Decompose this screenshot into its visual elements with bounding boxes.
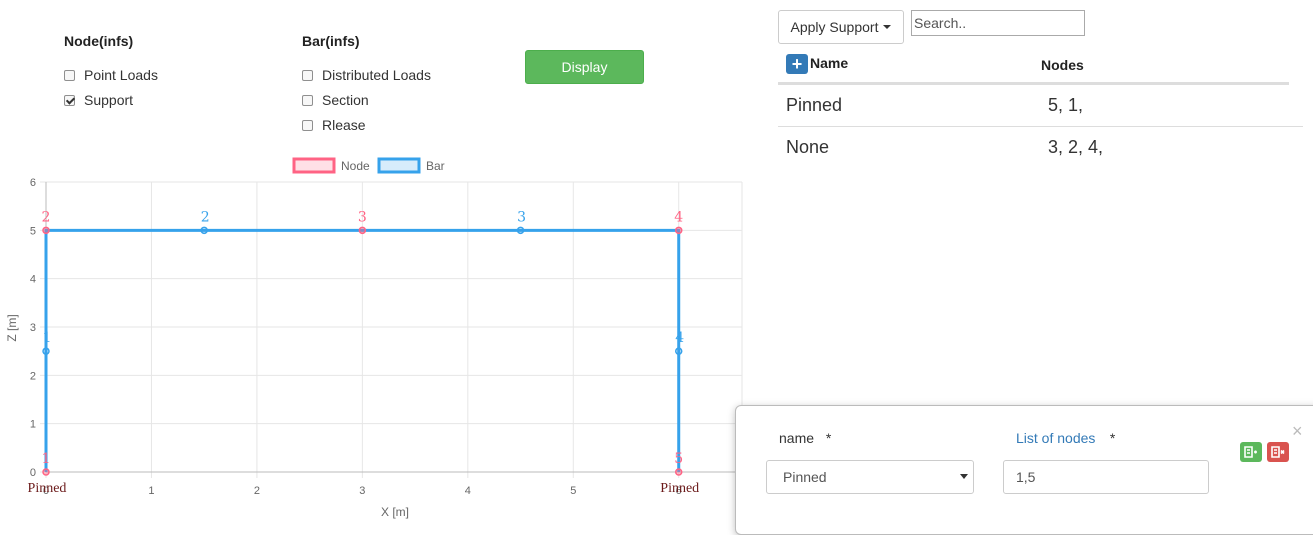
chart-grid [40,181,743,478]
node-point[interactable] [358,226,367,235]
plus-icon[interactable]: + [786,54,808,74]
close-icon[interactable]: × [1292,422,1303,440]
y-tick-label: 5 [30,225,36,237]
bar-number-label: 3 [517,209,526,225]
x-tick-label: 1 [148,485,154,497]
bar-midpoint[interactable] [516,226,525,235]
name-select[interactable]: Pinned [766,460,974,494]
node-number-label: 2 [42,209,51,225]
name-column-header[interactable]: Name [810,55,848,71]
node-point[interactable] [674,468,683,476]
apply-support-button[interactable]: Apply Support [778,10,904,44]
node-point[interactable] [674,226,683,235]
support-annotation: Pinned [660,481,699,496]
x-tick-label: 3 [359,485,365,497]
apply-support-label: Apply Support [790,19,879,35]
x-axis-label: X [m] [381,505,409,519]
y-tick-label: 2 [30,370,36,382]
distributed-loads-checkbox[interactable] [302,69,313,81]
legend-bar-swatch[interactable] [377,157,421,174]
x-tick-label: 5 [570,485,576,497]
display-button[interactable]: Display [525,50,644,84]
required-mark: * [825,430,832,446]
save-icon[interactable] [1240,442,1262,462]
node-number-label: 5 [674,451,683,467]
y-tick-label: 0 [30,467,36,479]
support-checkbox[interactable] [64,94,75,106]
nodes-column-header[interactable]: Nodes [1041,57,1084,73]
release-checkbox[interactable] [302,119,313,131]
point-loads-checkbox-row[interactable]: Point Loads [64,66,158,84]
table-cell-name[interactable]: None [786,137,829,158]
table-cell-nodes[interactable]: 3, 2, 4, [1048,137,1103,158]
distributed-loads-checkbox-row[interactable]: Distributed Loads [302,66,431,84]
bar-midpoint[interactable] [42,347,50,355]
support-checkbox-row[interactable]: Support [64,91,133,109]
release-checkbox-row[interactable]: Rlease [302,116,366,134]
bar-midpoint[interactable] [674,347,683,355]
bar-number-label: 1 [43,330,52,346]
node-infs-heading: Node(infs) [64,33,134,49]
x-tick-label: 4 [465,485,471,497]
table-row-divider [778,126,1303,127]
nodes-list-input[interactable] [1003,460,1209,494]
point-loads-label: Point Loads [84,67,158,83]
node-number-label: 3 [358,209,367,225]
bar-number-label: 2 [201,209,210,225]
y-axis-label: Z [m] [5,314,19,341]
support-label: Support [84,92,134,108]
nodes-label-text: List of nodes [1016,430,1096,446]
section-label: Section [322,92,369,108]
section-checkbox[interactable] [302,94,313,106]
table-header-divider [778,82,1289,85]
chevron-down-icon [960,474,968,479]
y-tick-label: 3 [30,322,36,334]
bar-number-label: 4 [675,330,684,346]
distributed-loads-label: Distributed Loads [322,67,431,83]
name-field-label: name * [779,430,831,446]
node-number-label: 4 [674,209,683,225]
caret-down-icon [883,25,892,29]
point-loads-checkbox[interactable] [64,69,75,81]
node-number-label: 1 [42,451,51,467]
required-mark: * [1109,430,1116,446]
y-tick-label: 1 [30,419,36,431]
delete-icon[interactable] [1267,442,1289,462]
nodes-field-label: List of nodes * [1016,430,1115,448]
chart-axes: 0 1 2 3 4 5 60123456 [30,177,742,497]
bar-infs-heading: Bar(infs) [302,33,360,49]
chart-labels: 1 2 3 4 1 2 3 4 5 Pinned Pinned [28,209,700,496]
table-cell-nodes[interactable]: 5, 1, [1048,95,1083,116]
node-point[interactable] [42,226,50,235]
legend-node-swatch[interactable] [292,157,336,174]
bar-midpoint[interactable] [200,226,208,235]
support-annotation: Pinned [28,481,67,496]
name-label-text: name [779,430,815,446]
y-tick-label: 6 [30,177,36,189]
x-tick-label: 2 [254,485,260,497]
node-point[interactable] [42,468,50,476]
search-input[interactable] [911,10,1085,36]
legend-node-label[interactable]: Node [341,159,370,173]
chart-legend: Node Bar [292,157,445,174]
table-cell-name[interactable]: Pinned [786,95,842,116]
release-label: Rlease [322,117,366,133]
y-tick-label: 4 [30,274,36,286]
structure-chart: 0 1 2 3 4 5 60123456 12 3412 3 45Pinned Pinned Nod… [5,157,743,519]
legend-bar-label[interactable]: Bar [426,159,445,173]
section-checkbox-row[interactable]: Section [302,91,369,109]
name-select-value: Pinned [783,469,827,485]
